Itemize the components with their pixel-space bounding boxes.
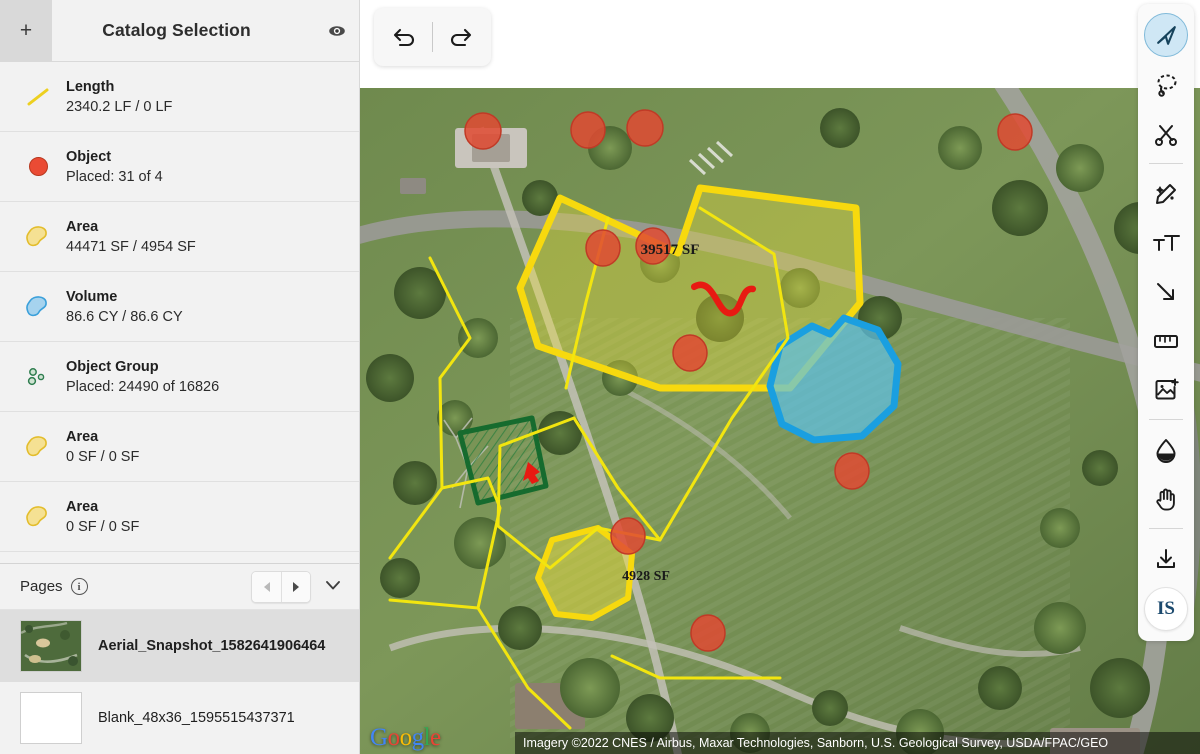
catalog-item-list: Length 2340.2 LF / 0 LF Object Placed: 3…: [0, 62, 359, 563]
eye-icon: [329, 25, 345, 36]
area-label-39517: 39517 SF: [641, 242, 700, 258]
prev-page-button[interactable]: [252, 571, 281, 602]
chevron-right-icon: [293, 581, 299, 592]
undo-button[interactable]: [378, 8, 432, 66]
catalog-item-value: 0 SF / 0 SF: [66, 448, 140, 465]
catalog-item-value: Placed: 24490 of 16826: [66, 378, 220, 395]
pages-toolbar: Pages i: [0, 564, 359, 610]
catalog-title: Catalog Selection: [102, 20, 251, 40]
droplet-fill-icon: [1156, 438, 1176, 463]
page-name: Aerial_Snapshot_1582641906464: [98, 638, 326, 654]
catalog-item-volume[interactable]: Volume 86.6 CY / 86.6 CY: [0, 272, 359, 342]
magic-pen-tool[interactable]: [1142, 169, 1190, 218]
catalog-item-object[interactable]: Object Placed: 31 of 4: [0, 132, 359, 202]
scissors-icon: [1155, 124, 1177, 146]
pages-pager: [251, 570, 345, 603]
catalog-sidebar: + Catalog Selection Length 2340.2 LF / 0…: [0, 0, 360, 754]
catalog-item-label: Area: [66, 428, 99, 445]
object-circle-icon: [10, 157, 66, 176]
cursor-arrow-icon: [1156, 25, 1176, 45]
page-name: Blank_48x36_1595515437371: [98, 710, 295, 726]
object-group-rect[interactable]: [457, 415, 549, 506]
takeoff-overlays[interactable]: 39517 SF 4928 SF: [360, 88, 1200, 754]
add-catalog-button[interactable]: +: [0, 0, 52, 62]
next-page-button[interactable]: [281, 571, 310, 602]
catalog-item-label: Volume: [66, 288, 118, 305]
add-image-tool[interactable]: [1142, 365, 1190, 414]
download-icon: [1157, 548, 1175, 568]
hand-icon: [1156, 488, 1175, 511]
ruler-icon: [1154, 334, 1178, 348]
aerial-thumbnail: [20, 620, 82, 672]
redo-icon: [451, 28, 472, 47]
chevron-down-icon: [326, 580, 340, 589]
chevron-left-icon: [263, 581, 270, 592]
expand-pages-button[interactable]: [321, 574, 345, 600]
toggle-visibility-button[interactable]: [315, 0, 359, 62]
divider-1: [1149, 163, 1183, 164]
catalog-item-area-2[interactable]: Area 0 SF / 0 SF: [0, 412, 359, 482]
pages-panel: Pages i Aerial_Snapshot_1582641906464 Bl…: [0, 563, 359, 754]
magic-pen-icon: [1156, 183, 1176, 204]
area-blob-icon: [10, 504, 66, 530]
catalog-item-value: 0 SF / 0 SF: [66, 518, 140, 535]
lasso-icon: [1157, 74, 1177, 97]
arrow-down-right-icon: [1157, 282, 1174, 300]
catalog-item-object-group[interactable]: Object Group Placed: 24490 of 16826: [0, 342, 359, 412]
add-image-icon: [1155, 378, 1179, 399]
download-tool[interactable]: [1142, 534, 1190, 583]
pan-hand-tool[interactable]: [1142, 474, 1190, 523]
catalog-header: + Catalog Selection: [0, 0, 359, 62]
text-icon: [1153, 234, 1180, 251]
object-group-icon: [10, 364, 66, 390]
undo-icon: [393, 28, 414, 47]
arrow-tool[interactable]: [1142, 267, 1190, 316]
redo-button[interactable]: [433, 8, 487, 66]
fill-bucket-tool[interactable]: [1142, 425, 1190, 474]
info-icon[interactable]: i: [70, 578, 88, 595]
divider-2: [1149, 419, 1183, 420]
catalog-item-value: 86.6 CY / 86.6 CY: [66, 308, 183, 325]
page-item-blank[interactable]: Blank_48x36_1595515437371: [0, 682, 359, 754]
divider-3: [1149, 528, 1183, 529]
catalog-item-value: 44471 SF / 4954 SF: [66, 238, 196, 255]
catalog-item-label: Area: [66, 498, 99, 515]
tools-toolbar: IS: [1138, 4, 1194, 641]
lasso-select-tool[interactable]: [1142, 60, 1190, 109]
catalog-item-area-1[interactable]: Area 44471 SF / 4954 SF: [0, 202, 359, 272]
length-line-icon: [10, 84, 66, 110]
catalog-item-label: Object: [66, 148, 112, 165]
catalog-item-label: Area: [66, 218, 99, 235]
catalog-item-label: Object Group: [66, 358, 159, 375]
pages-label: Pages: [20, 578, 63, 595]
catalog-item-label: Length: [66, 78, 115, 95]
catalog-item-area-3[interactable]: Area 0 SF / 0 SF: [0, 482, 359, 552]
blank-thumbnail: [20, 692, 82, 744]
catalog-item-length[interactable]: Length 2340.2 LF / 0 LF: [0, 62, 359, 132]
user-initials-badge[interactable]: IS: [1144, 587, 1188, 631]
select-pointer-tool[interactable]: [1144, 13, 1188, 57]
area-blob-icon: [10, 224, 66, 250]
area-blob-icon: [10, 434, 66, 460]
area-label-4928: 4928 SF: [622, 569, 670, 584]
page-item-aerial[interactable]: Aerial_Snapshot_1582641906464: [0, 610, 359, 682]
catalog-item-ar[interactable]: ar: [0, 552, 359, 563]
map-canvas[interactable]: 39517 SF 4928 SF Google Imagery ©2022 CN…: [360, 88, 1200, 754]
volume-blob-icon: [10, 294, 66, 320]
text-tool[interactable]: [1142, 218, 1190, 267]
scissors-cut-tool[interactable]: [1142, 109, 1190, 158]
ruler-measure-tool[interactable]: [1142, 316, 1190, 365]
catalog-item-value: 2340.2 LF / 0 LF: [66, 98, 173, 115]
history-toolbar: [374, 8, 491, 66]
catalog-item-value: Placed: 31 of 4: [66, 168, 163, 185]
